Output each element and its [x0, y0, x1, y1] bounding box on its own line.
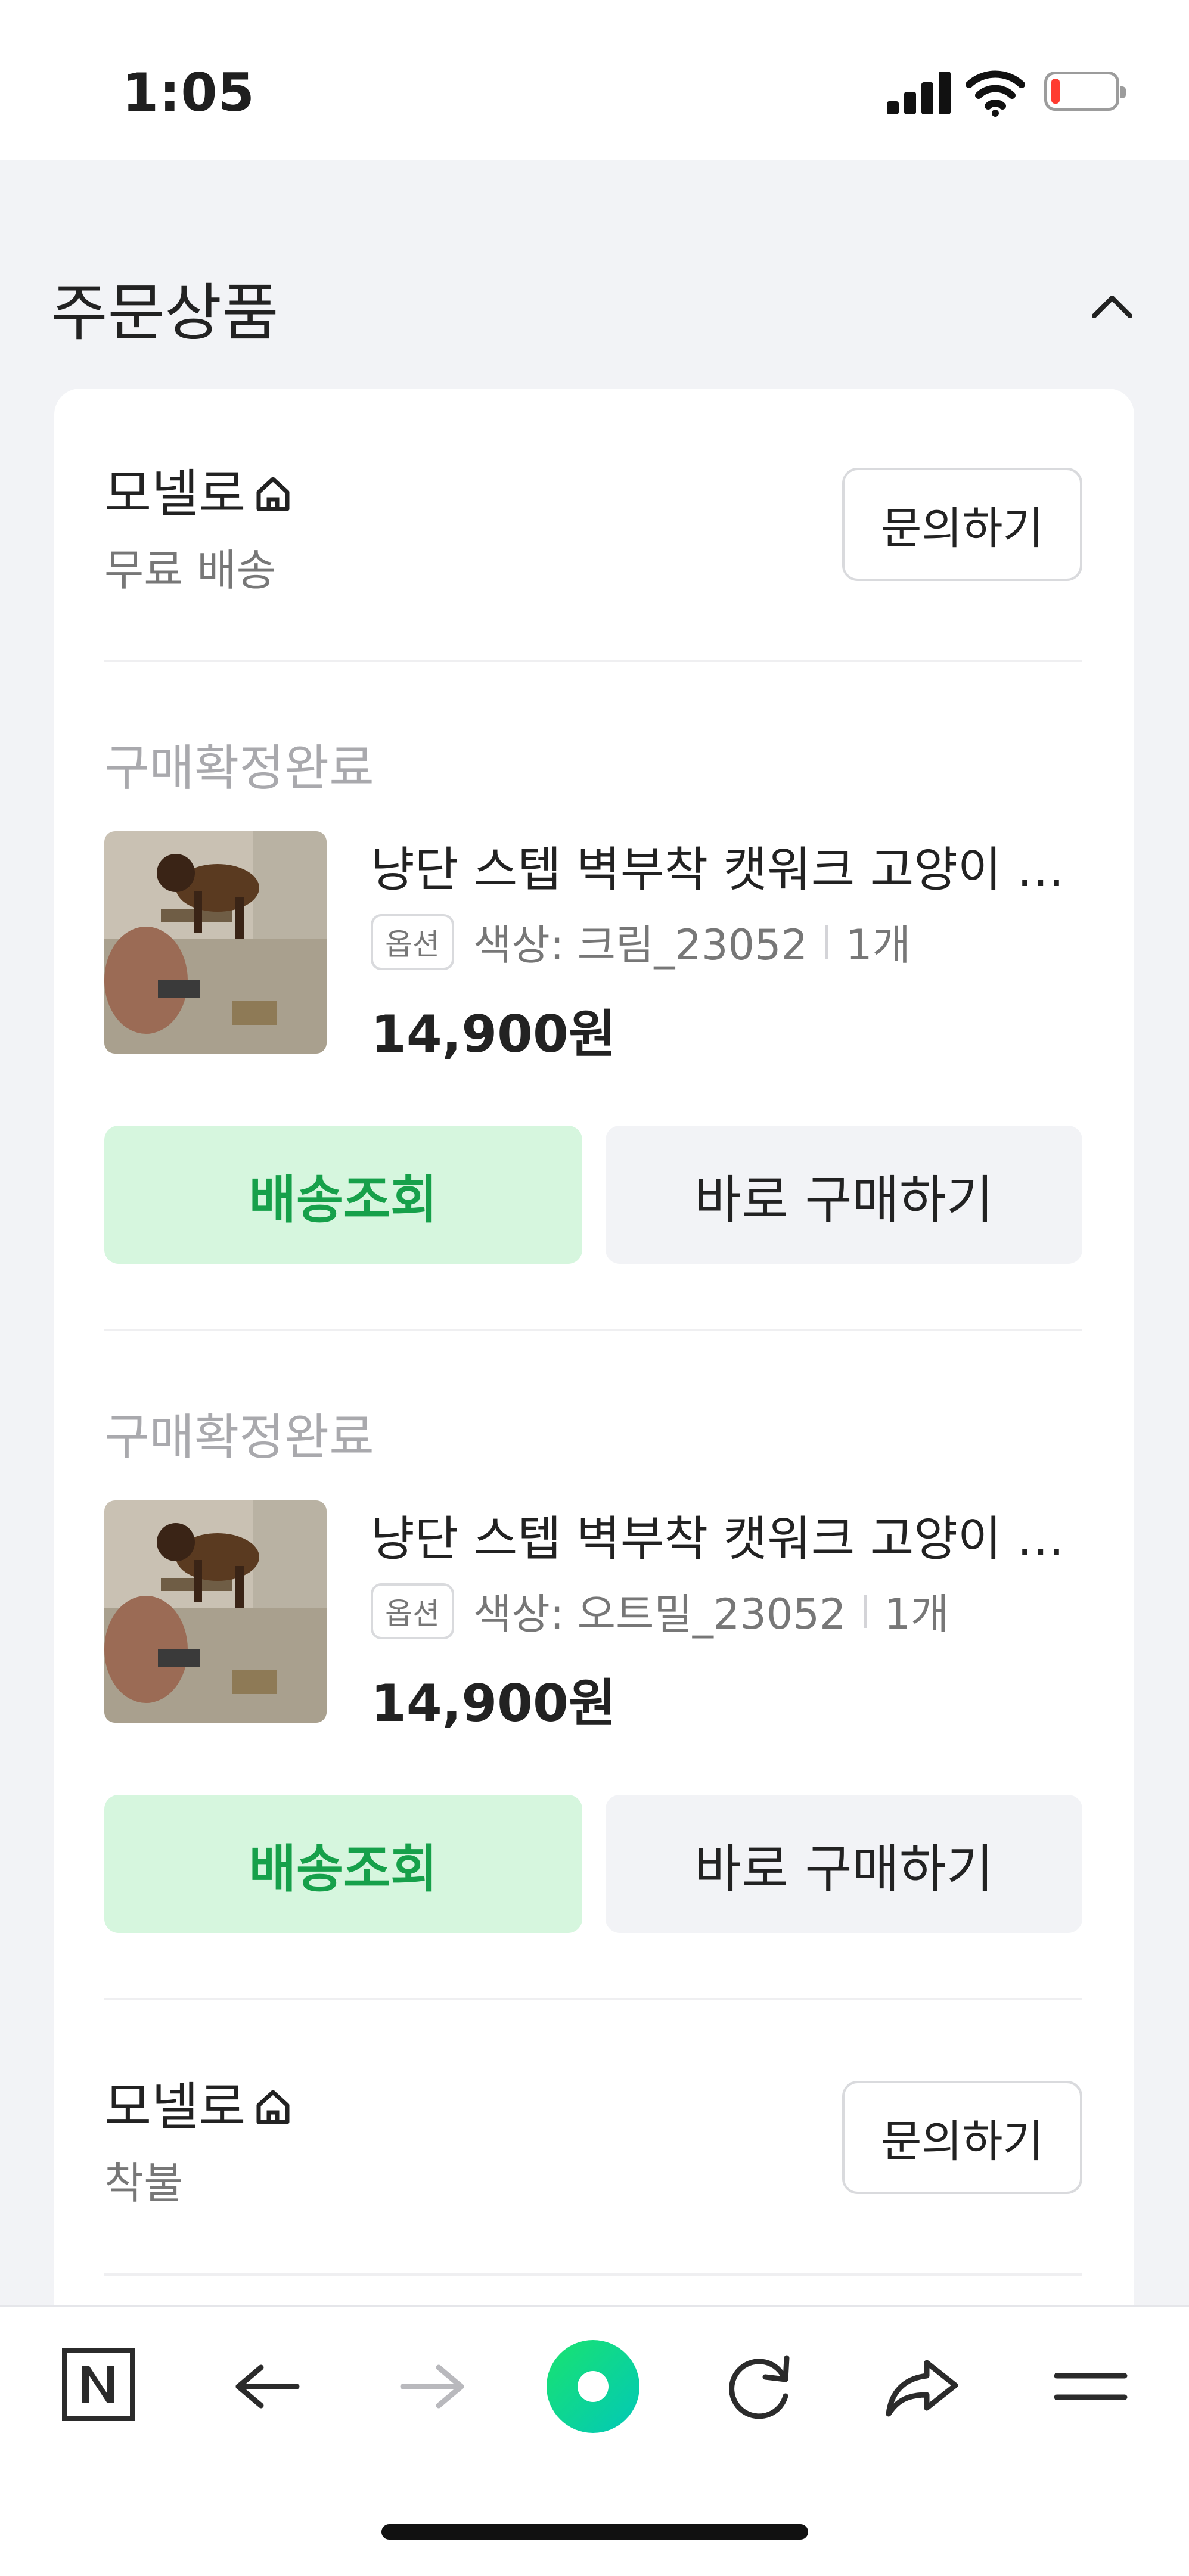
order-status: 구매확정완료: [104, 740, 374, 797]
option-separator: [825, 925, 828, 959]
product-thumbnail[interactable]: [104, 1500, 327, 1723]
inquiry-button[interactable]: 문의하기: [842, 2081, 1082, 2194]
track-delivery-button[interactable]: 배송조회: [104, 1795, 582, 1933]
buy-now-button[interactable]: 바로 구매하기: [606, 1126, 1082, 1264]
store-home-icon: [256, 477, 290, 511]
option-qty: 1개: [884, 1590, 949, 1639]
option-row: 옵션 색상: 크림_23052 1개: [371, 912, 911, 972]
chevron-up-icon[interactable]: [1091, 285, 1134, 328]
order-card: [54, 389, 1134, 2355]
product-thumbnail[interactable]: [104, 831, 327, 1054]
option-badge: 옵션: [371, 913, 454, 970]
seller-name[interactable]: 모넬로: [104, 2077, 246, 2137]
shipping-info: 무료 배송: [104, 545, 276, 595]
battery-icon: [1044, 72, 1126, 111]
buy-now-button[interactable]: 바로 구매하기: [606, 1795, 1082, 1933]
option-qty: 1개: [846, 921, 911, 970]
wifi-icon: [966, 70, 1025, 117]
seller-name-row[interactable]: 모넬로: [104, 2065, 293, 2139]
forward-arrow-icon: [400, 2364, 464, 2409]
naver-n-icon[interactable]: [60, 2345, 137, 2428]
cellular-signal-icon: [887, 70, 952, 114]
divider: [104, 1998, 1082, 2000]
order-status: 구매확정완료: [104, 1409, 374, 1466]
shipping-info: 착불: [104, 2158, 184, 2208]
refresh-icon[interactable]: [721, 2345, 799, 2428]
option-row: 옵션 색상: 오트밀_23052 1개: [371, 1581, 949, 1641]
section-title: 주문상품: [51, 276, 279, 349]
option-separator: [864, 1594, 867, 1628]
option-value: 색상: 오트밀_23052: [473, 1590, 846, 1639]
seller-name-row[interactable]: 모넬로: [104, 452, 293, 526]
product-name[interactable]: 냥단 스텝 벽부착 캣워크 고양이 …: [371, 831, 1064, 900]
status-time: 1:05: [122, 62, 255, 123]
green-dot-icon[interactable]: [545, 2339, 641, 2434]
option-badge: 옵션: [371, 1583, 454, 1639]
product-price: 14,900원: [371, 1674, 616, 1733]
store-home-icon: [256, 2090, 290, 2124]
divider: [104, 2273, 1082, 2276]
option-value: 색상: 크림_23052: [473, 921, 808, 970]
share-icon[interactable]: [884, 2345, 961, 2428]
divider: [104, 1329, 1082, 1331]
seller-name[interactable]: 모넬로: [104, 464, 246, 524]
product-price: 14,900원: [371, 1005, 616, 1064]
inquiry-button[interactable]: 문의하기: [842, 468, 1082, 581]
status-bar: 1:05: [0, 0, 1189, 160]
track-delivery-button[interactable]: 배송조회: [104, 1126, 582, 1264]
product-name[interactable]: 냥단 스텝 벽부착 캣워크 고양이 …: [371, 1500, 1064, 1570]
divider: [104, 660, 1082, 662]
menu-icon[interactable]: [1052, 2345, 1129, 2428]
back-arrow-icon[interactable]: [231, 2345, 303, 2428]
home-indicator: [381, 2524, 808, 2540]
